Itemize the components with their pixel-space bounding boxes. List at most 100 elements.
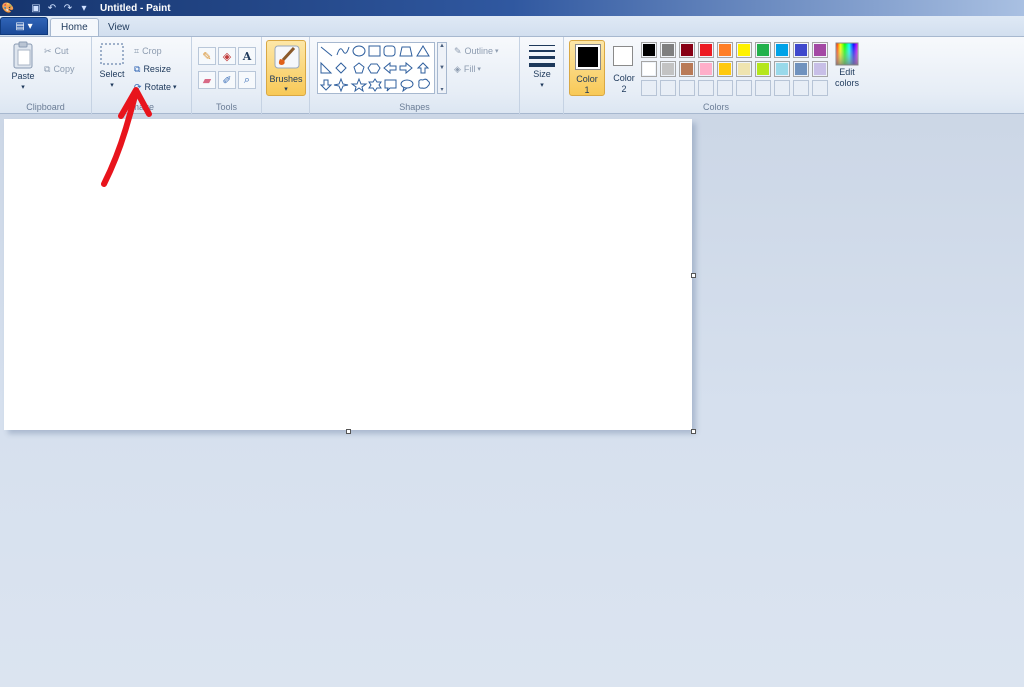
clipboard-group-label: Clipboard xyxy=(26,102,65,112)
palette-swatch[interactable] xyxy=(679,42,695,58)
line-size-icon xyxy=(529,45,555,67)
select-icon xyxy=(100,43,124,65)
palette-swatch[interactable] xyxy=(736,61,752,77)
custom-color-slot[interactable] xyxy=(736,80,752,96)
shapes-group-label: Shapes xyxy=(399,102,430,112)
palette-swatch[interactable] xyxy=(660,61,676,77)
outline-button[interactable]: ✎ Outline ▾ xyxy=(454,43,499,59)
color2-swatch xyxy=(616,49,630,63)
palette-swatch[interactable] xyxy=(774,42,790,58)
gallery-expand-icon[interactable]: ▾ xyxy=(440,86,443,93)
custom-color-slot[interactable] xyxy=(679,80,695,96)
custom-color-slot[interactable] xyxy=(774,80,790,96)
palette-swatch[interactable] xyxy=(698,42,714,58)
ribbon: Paste ▾ ✂ Cut ⧉ Copy Clipboard Select ▾ … xyxy=(0,36,1024,115)
palette-swatch[interactable] xyxy=(717,42,733,58)
custom-color-slot[interactable] xyxy=(698,80,714,96)
window-title: Untitled - Paint xyxy=(100,2,171,14)
color-spectrum-icon xyxy=(835,42,859,66)
shapes-gallery-scrollbar[interactable]: ▲ ▼ ▾ xyxy=(437,42,447,94)
tab-view[interactable]: View xyxy=(98,18,140,36)
fill-button[interactable]: ◈ Fill ▾ xyxy=(454,61,481,77)
custom-color-slot[interactable] xyxy=(641,80,657,96)
clipboard-group: Paste ▾ ✂ Cut ⧉ Copy Clipboard xyxy=(0,37,92,115)
paste-dropdown-icon[interactable]: ▾ xyxy=(21,82,25,93)
fill-bucket-icon[interactable]: ◈ xyxy=(218,47,236,65)
palette-swatch[interactable] xyxy=(774,61,790,77)
resize-handle-corner[interactable] xyxy=(691,429,696,434)
palette-swatch[interactable] xyxy=(755,42,771,58)
brushes-button[interactable]: Brushes ▾ xyxy=(266,40,306,96)
save-icon[interactable]: ▣ xyxy=(28,0,44,16)
color1-button[interactable]: Color 1 xyxy=(569,40,605,96)
palette-swatch[interactable] xyxy=(641,61,657,77)
palette-swatch[interactable] xyxy=(736,42,752,58)
crop-button[interactable]: ⌗ Crop xyxy=(134,43,162,59)
color-palette xyxy=(641,42,831,100)
custom-color-slot[interactable] xyxy=(812,80,828,96)
palette-swatch[interactable] xyxy=(698,61,714,77)
custom-color-slot[interactable] xyxy=(755,80,771,96)
palette-swatch[interactable] xyxy=(717,61,733,77)
select-dropdown-icon[interactable]: ▾ xyxy=(110,80,114,91)
custom-color-slot[interactable] xyxy=(793,80,809,96)
palette-swatch[interactable] xyxy=(755,61,771,77)
color-picker-icon[interactable]: ✐ xyxy=(218,71,236,89)
palette-swatch[interactable] xyxy=(679,61,695,77)
edit-colors-button[interactable]: Edit colors xyxy=(830,41,864,89)
scroll-up-icon[interactable]: ▲ xyxy=(439,43,445,49)
tools-group: ✎ ◈ A ▰ ✐ ⌕ Tools xyxy=(192,37,262,115)
resize-handle-bottom[interactable] xyxy=(346,429,351,434)
custom-color-slot[interactable] xyxy=(660,80,676,96)
palette-swatch[interactable] xyxy=(812,42,828,58)
size-group: Size ▾ xyxy=(520,37,564,115)
palette-swatch[interactable] xyxy=(641,42,657,58)
palette-swatch[interactable] xyxy=(793,42,809,58)
crop-icon: ⌗ xyxy=(134,45,140,56)
quick-access-toolbar: 🎨 ▣ ↶ ↷ ▾ xyxy=(0,0,92,16)
resize-handle-right[interactable] xyxy=(691,273,696,278)
ribbon-tab-strip: ▤ ▾ Home View xyxy=(0,16,1024,36)
undo-icon[interactable]: ↶ xyxy=(44,0,60,16)
brush-icon xyxy=(274,45,300,69)
eraser-icon[interactable]: ▰ xyxy=(198,71,216,89)
cut-button[interactable]: ✂ Cut xyxy=(44,43,69,59)
select-button[interactable]: Select ▾ xyxy=(96,41,128,91)
resize-button[interactable]: ⧉ Resize xyxy=(134,61,171,77)
text-icon[interactable]: A xyxy=(238,47,256,65)
palette-swatch[interactable] xyxy=(812,61,828,77)
palette-swatch[interactable] xyxy=(660,42,676,58)
resize-icon: ⧉ xyxy=(134,63,141,74)
brushes-group: Brushes ▾ xyxy=(262,37,310,115)
copy-icon: ⧉ xyxy=(44,63,51,74)
rotate-dropdown-icon: ▾ xyxy=(171,84,177,91)
fill-dropdown-icon: ▾ xyxy=(475,66,481,73)
image-group-label: Image xyxy=(128,102,154,112)
size-button[interactable]: Size ▾ xyxy=(524,41,560,91)
palette-swatch[interactable] xyxy=(793,61,809,77)
customize-quick-access-icon[interactable]: ▾ xyxy=(76,0,92,16)
scroll-down-icon[interactable]: ▼ xyxy=(439,65,445,71)
rotate-button[interactable]: ⟳ Rotate ▾ xyxy=(134,79,177,95)
copy-button[interactable]: ⧉ Copy xyxy=(44,61,74,77)
outline-icon: ✎ xyxy=(454,45,462,56)
colors-group-label: Colors xyxy=(702,102,729,112)
color2-button[interactable]: Color 2 xyxy=(607,40,641,96)
title-bar: 🎨 ▣ ↶ ↷ ▾ Untitled - Paint xyxy=(0,0,1024,16)
paste-button[interactable]: Paste ▾ xyxy=(8,41,38,93)
application-menu-button[interactable]: ▤ ▾ xyxy=(0,17,48,35)
color1-swatch xyxy=(578,47,598,67)
custom-color-slot[interactable] xyxy=(717,80,733,96)
pencil-icon[interactable]: ✎ xyxy=(198,47,216,65)
magnifier-icon[interactable]: ⌕ xyxy=(238,71,256,89)
brushes-dropdown-icon: ▾ xyxy=(284,86,288,93)
tab-home[interactable]: Home xyxy=(50,18,99,36)
drawing-canvas[interactable] xyxy=(4,119,692,430)
size-dropdown-icon: ▾ xyxy=(540,82,544,89)
tools-group-label: Tools xyxy=(215,102,237,112)
rotate-icon: ⟳ xyxy=(134,81,142,92)
paint-app-icon[interactable]: 🎨 xyxy=(0,0,16,16)
redo-icon[interactable]: ↷ xyxy=(60,0,76,16)
scissors-icon: ✂ xyxy=(44,45,52,56)
shapes-group: ▲ ▼ ▾ ✎ Outline ▾ ◈ Fill ▾ Shapes xyxy=(310,37,520,115)
